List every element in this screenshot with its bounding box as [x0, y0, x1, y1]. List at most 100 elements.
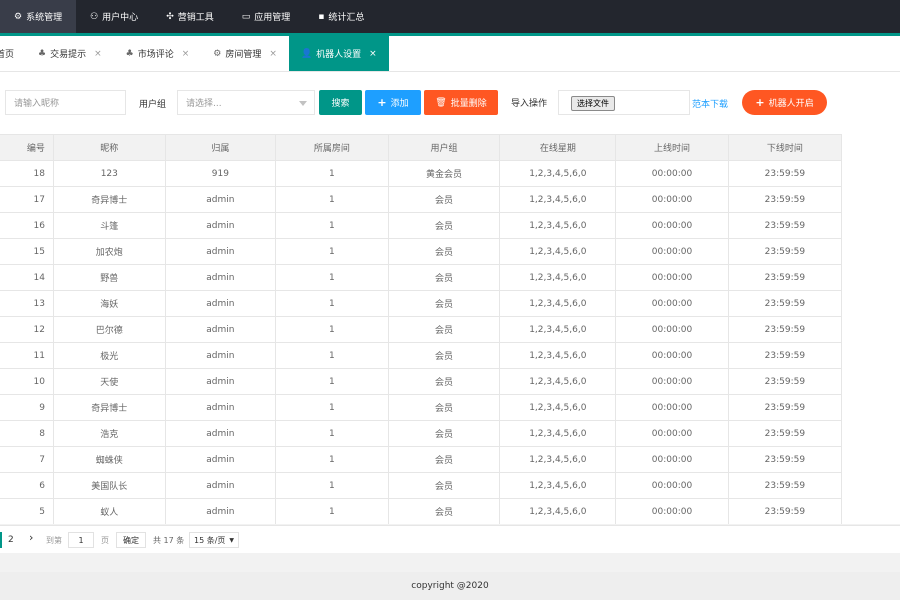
- close-icon[interactable]: ×: [269, 49, 277, 59]
- top-nav: ⚙ 系统管理 ⚇ 用户中心 ✣ 营销工具 ▭ 应用管理 ▪ 统计汇总: [0, 0, 900, 33]
- column-header[interactable]: 上线时间: [615, 134, 729, 161]
- table-cell: 00:00:00: [615, 498, 729, 524]
- table-cell: 1: [275, 446, 389, 473]
- table-cell: 蚁人: [52, 498, 166, 524]
- choose-file-button[interactable]: 选择文件: [571, 96, 615, 111]
- network-icon: ♣: [125, 48, 134, 59]
- table-row[interactable]: 11 极光 admin 1 会员 1,2,3,4,5,6,0 00:00:00 23:59:5…: [0, 342, 843, 369]
- search-button[interactable]: 搜索: [319, 90, 362, 115]
- table-cell: admin: [164, 498, 277, 524]
- close-icon[interactable]: ×: [369, 49, 377, 59]
- tab-label: 交易提示: [50, 50, 87, 60]
- table-cell: 1: [275, 316, 389, 343]
- add-button[interactable]: + 添加: [365, 90, 421, 115]
- table-row[interactable]: 12 巴尔德 admin 1 会员 1,2,3,4,5,6,0 00:00:00 23:59:…: [0, 316, 843, 343]
- table-cell: 会员: [387, 446, 501, 473]
- table-cell: 1,2,3,4,5,6,0: [499, 446, 617, 473]
- table-cell: 1: [275, 212, 389, 239]
- table-cell: 奇异博士: [52, 394, 166, 421]
- top-nav-item-3[interactable]: ✣ 营销工具: [152, 0, 228, 33]
- table-cell: admin: [164, 290, 277, 317]
- table-cell: 00:00:00: [615, 186, 729, 213]
- table-row[interactable]: 15 加农炮 admin 1 会员 1,2,3,4,5,6,0 00:00:00 23:59:…: [0, 238, 843, 265]
- table-cell: 18: [0, 160, 54, 187]
- column-header[interactable]: 昵称: [52, 134, 166, 161]
- close-icon[interactable]: ×: [182, 49, 190, 59]
- table-row[interactable]: 7 蜘蛛侠 admin 1 会员 1,2,3,4,5,6,0 00:00:00 23:59:5…: [0, 446, 843, 473]
- table-row[interactable]: 13 海妖 admin 1 会员 1,2,3,4,5,6,0 00:00:00 23:59:5…: [0, 290, 843, 317]
- column-header[interactable]: 用户组: [387, 134, 501, 161]
- table-cell: admin: [164, 342, 277, 369]
- table-cell: 00:00:00: [615, 472, 729, 499]
- column-header[interactable]: 下线时间: [727, 134, 843, 161]
- tab-2[interactable]: ♣ 交易提示 ×: [26, 36, 114, 71]
- column-header[interactable]: 编号: [0, 134, 54, 161]
- current-page-marker[interactable]: [0, 532, 2, 548]
- table-cell: 奇异博士: [52, 186, 166, 213]
- batch-delete-button[interactable]: 🗑 批量删除: [424, 90, 498, 115]
- top-nav-item-5[interactable]: ▪ 统计汇总: [304, 0, 378, 33]
- table-cell: admin: [164, 264, 277, 291]
- top-nav-item-2[interactable]: ⚇ 用户中心: [76, 0, 152, 33]
- column-header[interactable]: 归属: [164, 134, 277, 161]
- table-row[interactable]: 9 奇异博士 admin 1 会员 1,2,3,4,5,6,0 00:00:00 23:59:…: [0, 394, 843, 421]
- column-header[interactable]: 所属房间: [275, 134, 389, 161]
- table-cell: 会员: [387, 264, 501, 291]
- table-cell: 8: [0, 420, 54, 447]
- table-cell: 6: [0, 472, 54, 499]
- top-nav-item-4[interactable]: ▭ 应用管理: [228, 0, 305, 33]
- table-cell: 海妖: [52, 290, 166, 317]
- chevron-right-icon[interactable]: ›: [29, 531, 33, 544]
- table-cell: 1,2,3,4,5,6,0: [499, 238, 617, 265]
- confirm-page-button[interactable]: 确定: [116, 532, 146, 548]
- gear-icon: ⚙: [14, 11, 23, 22]
- tab-4[interactable]: ⚙ 房间管理 ×: [201, 36, 289, 71]
- tab-5[interactable]: 👤 机器人设置 ×: [288, 36, 389, 71]
- top-nav-label: 统计汇总: [328, 13, 365, 23]
- batch-delete-label: 批量删除: [450, 99, 487, 109]
- top-nav-item-1[interactable]: ⚙ 系统管理: [0, 0, 77, 33]
- table-cell: 1: [275, 420, 389, 447]
- tab-1[interactable]: 首页: [0, 36, 26, 71]
- template-download-link[interactable]: 范本下载: [692, 97, 728, 110]
- group-select-value: 请选择...: [186, 99, 222, 109]
- chat-icon: ▪: [318, 11, 325, 22]
- table-cell: 蜘蛛侠: [52, 446, 166, 473]
- per-page-select[interactable]: 15 条/页 ▼: [189, 532, 239, 548]
- table-cell: 23:59:59: [727, 316, 843, 343]
- table-cell: 9: [0, 394, 54, 421]
- table-cell: 1: [275, 238, 389, 265]
- top-nav-label: 系统管理: [26, 13, 63, 23]
- close-icon[interactable]: ×: [94, 49, 102, 59]
- table-cell: 00:00:00: [615, 238, 729, 265]
- toolbar: 请输入昵称 用户组 请选择... 搜索 + 添加 🗑 批量删除 导入操作 选择文…: [0, 72, 900, 134]
- robot-start-button[interactable]: + 机器人开启: [742, 90, 827, 115]
- robot-start-label: 机器人开启: [768, 99, 814, 109]
- table-row[interactable]: 16 斗篷 admin 1 会员 1,2,3,4,5,6,0 00:00:00 23:59:5…: [0, 212, 843, 239]
- table-cell: 1,2,3,4,5,6,0: [499, 290, 617, 317]
- page-input[interactable]: 1: [68, 532, 94, 548]
- table-row[interactable]: 14 野兽 admin 1 会员 1,2,3,4,5,6,0 00:00:00 23:59:5…: [0, 264, 843, 291]
- file-input[interactable]: 选择文件: [558, 90, 690, 115]
- tools-icon: ✣: [166, 11, 174, 22]
- column-header[interactable]: 在线星期: [499, 134, 617, 161]
- table-row[interactable]: 17 奇异博士 admin 1 会员 1,2,3,4,5,6,0 00:00:00 23:59…: [0, 186, 843, 213]
- table-cell: 1: [275, 186, 389, 213]
- table-cell: 会员: [387, 316, 501, 343]
- table-row[interactable]: 6 美国队长 admin 1 会员 1,2,3,4,5,6,0 00:00:00 23:59:…: [0, 472, 843, 499]
- table-cell: 1: [275, 342, 389, 369]
- table-row[interactable]: 10 天使 admin 1 会员 1,2,3,4,5,6,0 00:00:00 23:59:5…: [0, 368, 843, 395]
- table-cell: 23:59:59: [727, 160, 843, 187]
- group-select[interactable]: 请选择...: [177, 90, 315, 115]
- nickname-input[interactable]: 请输入昵称: [5, 90, 126, 115]
- table-row[interactable]: 5 蚁人 admin 1 会员 1,2,3,4,5,6,0 00:00:00 23:59:59: [0, 498, 843, 524]
- table-row[interactable]: 18 123 919 1 黄金会员 1,2,3,4,5,6,0 00:00:00 23:59:…: [0, 160, 843, 187]
- table-cell: 斗篷: [52, 212, 166, 239]
- tab-3[interactable]: ♣ 市场评论 ×: [114, 36, 202, 71]
- tab-label: 首页: [0, 50, 15, 60]
- table-cell: 23:59:59: [727, 290, 843, 317]
- tab-label: 市场评论: [137, 50, 174, 60]
- table-row[interactable]: 8 浩克 admin 1 会员 1,2,3,4,5,6,0 00:00:00 23:59:59: [0, 420, 843, 447]
- table-cell: 巴尔德: [52, 316, 166, 343]
- page-2-link[interactable]: 2: [8, 535, 14, 545]
